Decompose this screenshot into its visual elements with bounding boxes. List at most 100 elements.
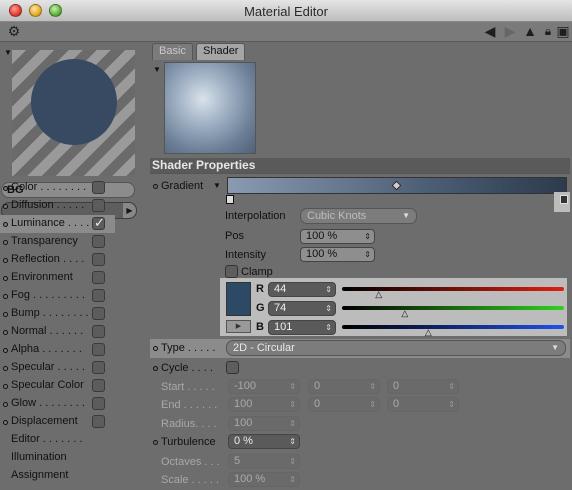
channel-checkbox[interactable]: [92, 181, 105, 194]
gradient-bar[interactable]: [227, 177, 567, 194]
new-window-icon[interactable]: ▣: [555, 23, 571, 39]
channel-checkbox[interactable]: [92, 307, 105, 320]
channel-checkbox[interactable]: [92, 325, 105, 338]
channel-extra-item[interactable]: Editor . . . . . . .: [11, 433, 83, 445]
channel-checkbox[interactable]: [92, 361, 105, 374]
channel-row[interactable]: Specular . . . . .: [0, 359, 115, 377]
channel-row[interactable]: Reflection . . . .: [0, 251, 115, 269]
channel-checkbox[interactable]: [92, 215, 105, 231]
animation-dot[interactable]: [153, 440, 158, 445]
tab-shader[interactable]: Shader: [196, 43, 246, 60]
color-swatch[interactable]: [226, 282, 251, 316]
blue-slider[interactable]: [342, 325, 564, 329]
stepper-icon[interactable]: ⇕: [325, 283, 332, 296]
cycle-checkbox[interactable]: [226, 361, 239, 374]
channel-row[interactable]: Bump . . . . . . . .: [0, 305, 115, 323]
pos-field[interactable]: 100 % ⇕: [300, 229, 375, 244]
channel-checkbox[interactable]: [92, 379, 105, 392]
material-preview[interactable]: [12, 50, 135, 176]
stepper-icon[interactable]: ⇕: [289, 435, 296, 448]
intensity-field[interactable]: 100 % ⇕: [300, 247, 375, 262]
end-x-field[interactable]: 100 ⇕: [228, 397, 300, 412]
stepper-icon[interactable]: ⇕: [289, 455, 296, 468]
channel-checkbox[interactable]: [92, 253, 105, 266]
red-slider-handle[interactable]: △: [375, 289, 382, 300]
stepper-icon[interactable]: ⇕: [448, 380, 455, 393]
dropdown-arrow-icon[interactable]: ▶: [123, 203, 136, 218]
channel-label: Displacement: [11, 415, 78, 427]
green-slider[interactable]: [342, 306, 564, 310]
animation-dot[interactable]: [153, 366, 158, 371]
shader-pane: Basic Shader ▼ Shader Properties Gradien…: [150, 42, 572, 490]
preview-menu-arrow-icon[interactable]: ▼: [4, 48, 12, 57]
animation-dot[interactable]: [153, 184, 158, 189]
start-z-field[interactable]: 0 ⇕: [387, 379, 459, 394]
start-y-field[interactable]: 0 ⇕: [308, 379, 380, 394]
stepper-icon[interactable]: ⇕: [325, 302, 332, 315]
back-arrow-icon[interactable]: ◀: [482, 23, 498, 39]
stepper-icon[interactable]: ⇕: [369, 398, 376, 411]
forward-arrow-icon[interactable]: ▶: [502, 23, 518, 39]
clamp-checkbox[interactable]: [225, 265, 238, 278]
green-field[interactable]: 74 ⇕: [268, 301, 336, 316]
stepper-icon[interactable]: ⇕: [364, 248, 371, 261]
channel-row[interactable]: Diffusion . . . . .: [0, 197, 115, 215]
type-dropdown[interactable]: 2D - Circular ▼: [226, 340, 566, 356]
type-value: 2D - Circular: [233, 342, 295, 354]
red-label: R: [256, 283, 264, 295]
red-field[interactable]: 44 ⇕: [268, 282, 336, 297]
gradient-menu-icon[interactable]: ▼: [213, 181, 221, 190]
up-arrow-icon[interactable]: ▲: [522, 23, 538, 39]
channel-checkbox[interactable]: [92, 289, 105, 302]
tab-basic[interactable]: Basic: [152, 43, 193, 60]
channel-bullet-icon: [3, 402, 8, 407]
channel-label: Specular . . . . .: [11, 361, 85, 373]
channel-checkbox[interactable]: [92, 271, 105, 284]
channel-row[interactable]: Fog . . . . . . . . .: [0, 287, 115, 305]
stepper-icon[interactable]: ⇕: [289, 473, 296, 486]
channel-row[interactable]: Luminance . . . .: [0, 215, 115, 233]
stepper-icon[interactable]: ⇕: [289, 398, 296, 411]
channel-row[interactable]: Normal . . . . . .: [0, 323, 115, 341]
channel-checkbox[interactable]: [92, 199, 105, 212]
blue-field[interactable]: 101 ⇕: [268, 320, 336, 335]
shader-preview-menu-icon[interactable]: ▼: [153, 65, 161, 74]
stepper-icon[interactable]: ⇕: [289, 417, 296, 430]
animation-dot[interactable]: [153, 346, 158, 351]
gradient-midpoint-handle[interactable]: [391, 180, 402, 191]
channel-row[interactable]: Specular Color: [0, 377, 115, 395]
start-x-field[interactable]: -100 ⇕: [228, 379, 300, 394]
gradient-knot-left[interactable]: [226, 195, 234, 204]
radius-field[interactable]: 100 ⇕: [228, 416, 300, 431]
green-slider-handle[interactable]: △: [401, 308, 408, 319]
scale-field[interactable]: 100 % ⇕: [228, 472, 300, 487]
channel-row[interactable]: Environment: [0, 269, 115, 287]
color-options-button[interactable]: ▶: [226, 320, 251, 333]
octaves-field[interactable]: 5 ⇕: [228, 454, 300, 469]
stepper-icon[interactable]: ⇕: [369, 380, 376, 393]
channel-row[interactable]: Alpha . . . . . . .: [0, 341, 115, 359]
channel-checkbox[interactable]: [92, 235, 105, 248]
stepper-icon[interactable]: ⇕: [364, 230, 371, 243]
channel-extra-item[interactable]: Illumination: [11, 451, 67, 463]
channel-checkbox[interactable]: [92, 397, 105, 410]
gradient-knot-right[interactable]: [560, 195, 568, 204]
channel-label: Normal . . . . . .: [11, 325, 84, 337]
channel-row[interactable]: Glow . . . . . . . .: [0, 395, 115, 413]
lock-icon[interactable]: 🔒︎: [540, 23, 556, 39]
channel-row[interactable]: Color . . . . . . . .: [0, 179, 115, 197]
blue-slider-handle[interactable]: △: [425, 327, 432, 338]
channel-checkbox[interactable]: [92, 343, 105, 356]
channel-checkbox[interactable]: [92, 415, 105, 428]
settings-icon[interactable]: ⚙: [6, 23, 22, 39]
end-y-field[interactable]: 0 ⇕: [308, 397, 380, 412]
channel-row[interactable]: Transparency: [0, 233, 115, 251]
stepper-icon[interactable]: ⇕: [448, 398, 455, 411]
channel-row[interactable]: Displacement: [0, 413, 115, 431]
turbulence-field[interactable]: 0 % ⇕: [228, 434, 300, 449]
channel-extra-item[interactable]: Assignment: [11, 469, 68, 481]
stepper-icon[interactable]: ⇕: [289, 380, 296, 393]
end-z-field[interactable]: 0 ⇕: [387, 397, 459, 412]
stepper-icon[interactable]: ⇕: [325, 321, 332, 334]
interpolation-dropdown[interactable]: Cubic Knots ▼: [300, 208, 417, 224]
